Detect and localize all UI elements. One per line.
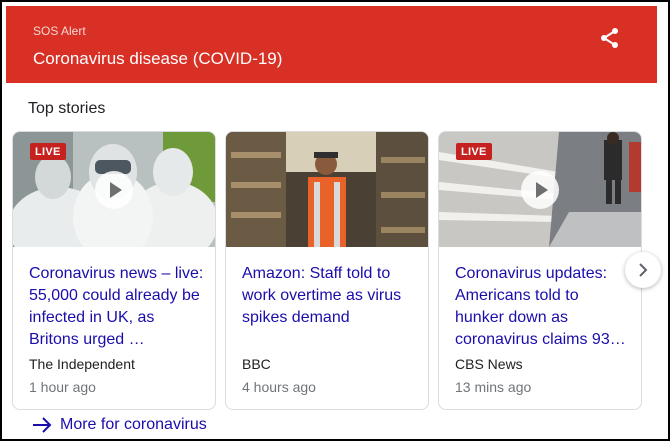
story-card[interactable]: Amazon: Staff told to work overtime as v… — [225, 131, 429, 410]
carousel-next-button[interactable] — [625, 252, 661, 288]
story-thumbnail[interactable]: LIVE — [13, 132, 215, 247]
story-time: 1 hour ago — [29, 379, 96, 395]
story-source: BBC — [242, 356, 271, 372]
live-badge: LIVE — [456, 143, 492, 160]
story-headline[interactable]: Coronavirus updates: Americans told to h… — [455, 263, 631, 351]
story-card[interactable]: LIVE Coronavirus updates: Americans told… — [438, 131, 642, 410]
story-thumbnail[interactable] — [226, 132, 428, 247]
more-for-coronavirus-link[interactable]: More for coronavirus — [32, 416, 207, 434]
story-source: The Independent — [29, 356, 135, 372]
more-link-label[interactable]: More for coronavirus — [60, 416, 207, 434]
sos-alert-header[interactable]: SOS Alert Coronavirus disease (COVID-19) — [6, 6, 657, 83]
play-icon[interactable] — [95, 171, 133, 209]
story-card[interactable]: LIVE Coronavirus news – live: 55,000 cou… — [12, 131, 216, 410]
story-headline[interactable]: Coronavirus news – live: 55,000 could al… — [29, 263, 205, 351]
story-time: 4 hours ago — [242, 379, 316, 395]
share-icon[interactable] — [598, 26, 622, 50]
arrow-right-icon — [33, 417, 52, 433]
story-headline[interactable]: Amazon: Staff told to work overtime as v… — [242, 263, 418, 329]
story-thumbnail[interactable]: LIVE — [439, 132, 641, 247]
chevron-right-icon — [639, 263, 648, 277]
play-icon[interactable] — [521, 171, 559, 209]
news-panel: SOS Alert Coronavirus disease (COVID-19)… — [0, 0, 670, 441]
sos-label: SOS Alert — [33, 24, 86, 38]
story-time: 13 mins ago — [455, 379, 532, 395]
sos-title[interactable]: Coronavirus disease (COVID-19) — [33, 49, 282, 69]
top-stories-heading: Top stories — [28, 100, 106, 117]
live-badge: LIVE — [30, 143, 66, 160]
story-source: CBS News — [455, 356, 523, 372]
